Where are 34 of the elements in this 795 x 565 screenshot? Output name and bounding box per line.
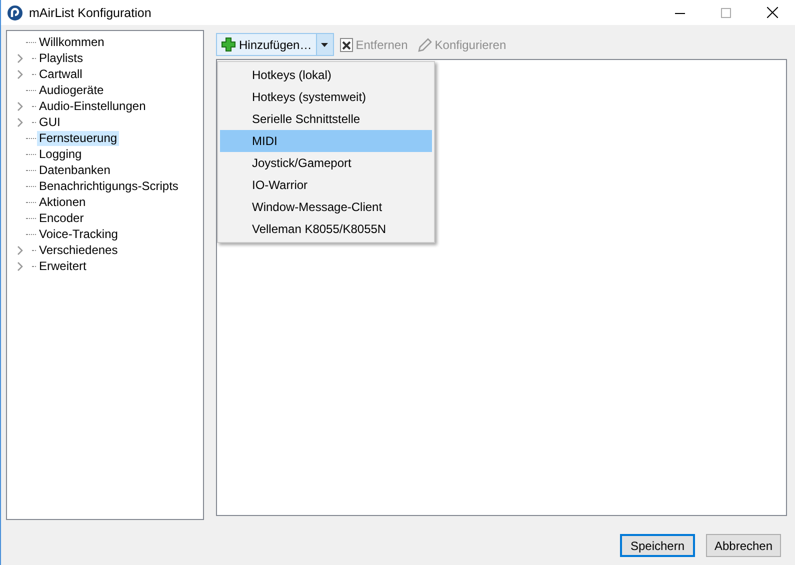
- window-title: mAirList Konfiguration: [29, 6, 152, 20]
- tree-item[interactable]: GUI: [37, 114, 62, 130]
- menu-item[interactable]: Window-Message-Client: [220, 196, 432, 218]
- tree-item[interactable]: Encoder: [37, 210, 86, 226]
- caret-icon: [321, 42, 328, 46]
- tree-item[interactable]: Voice-Tracking: [37, 226, 120, 242]
- menu-item[interactable]: Hotkeys (systemweit): [220, 86, 432, 108]
- tree-item[interactable]: Fernsteuerung: [37, 130, 120, 146]
- tree-item[interactable]: Benachrichtigungs-Scripts: [37, 178, 180, 194]
- tree-item[interactable]: Verschiedenes: [37, 242, 120, 258]
- tree-item[interactable]: Aktionen: [37, 194, 88, 210]
- menu-item[interactable]: IO-Warrior: [220, 174, 432, 196]
- save-button[interactable]: Speichern: [620, 534, 695, 557]
- cancel-button[interactable]: Abbrechen: [706, 534, 781, 557]
- menu-item[interactable]: Serielle Schnittstelle: [220, 108, 432, 130]
- menu-item[interactable]: Joystick/Gameport: [220, 152, 432, 174]
- menu-item[interactable]: MIDI: [220, 130, 432, 152]
- add-button[interactable]: Hinzufügen…: [217, 34, 316, 55]
- tree-item[interactable]: Playlists: [37, 50, 86, 66]
- tree-item[interactable]: Willkommen: [37, 34, 106, 50]
- delete-icon: [340, 38, 353, 52]
- menu-item[interactable]: Velleman K8055/K8055N: [220, 218, 432, 240]
- tree-item[interactable]: Logging: [37, 146, 84, 162]
- tree-item[interactable]: Cartwall: [37, 66, 84, 82]
- tree-item[interactable]: Audio-Einstellungen: [37, 98, 148, 114]
- tree-item[interactable]: Datenbanken: [37, 162, 112, 178]
- tree-item[interactable]: Audiogeräte: [37, 82, 106, 98]
- menu-item[interactable]: Hotkeys (lokal): [220, 64, 432, 86]
- close-icon[interactable]: [767, 7, 778, 18]
- maximize-icon: [721, 8, 731, 18]
- pencil-icon: [418, 38, 432, 52]
- tree-item[interactable]: Erweitert: [37, 258, 88, 274]
- plus-icon: [221, 37, 236, 52]
- app-logo-icon: [7, 4, 23, 20]
